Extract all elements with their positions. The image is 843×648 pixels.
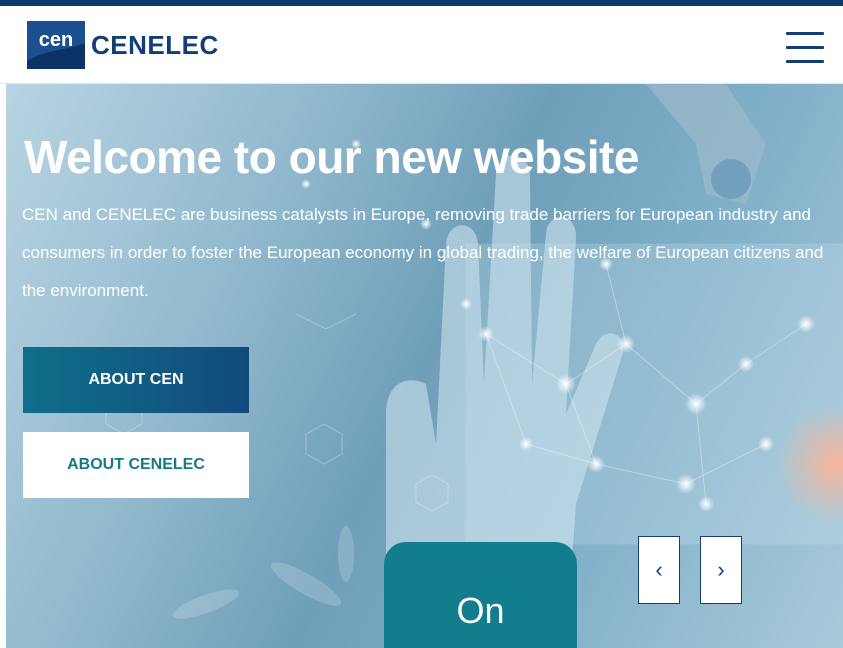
floating-on-tab[interactable]: On [384, 542, 577, 648]
cen-logo-mark: cen [27, 21, 85, 69]
hamburger-menu-icon[interactable] [786, 30, 824, 64]
hero-description: CEN and CENELEC are business catalysts i… [22, 205, 824, 300]
hero-title: Welcome to our new website [24, 131, 639, 183]
on-tab-label: On [456, 590, 505, 631]
carousel-prev-button[interactable]: ‹ [638, 536, 680, 604]
hero-banner: Welcome to our new website CEN and CENEL… [6, 84, 843, 648]
logo-mark-text: cen [39, 29, 73, 51]
logo-wordmark: CENELEC [91, 29, 219, 60]
about-cen-button[interactable]: ABOUT CEN [23, 347, 249, 413]
cenelec-logo[interactable]: cen CENELEC [27, 19, 219, 71]
carousel-next-button[interactable]: › [700, 536, 742, 604]
about-cenelec-button[interactable]: ABOUT CENELEC [23, 432, 249, 498]
site-header: cen CENELEC [0, 6, 843, 84]
chevron-right-icon: › [717, 557, 725, 582]
chevron-left-icon: ‹ [655, 557, 663, 582]
